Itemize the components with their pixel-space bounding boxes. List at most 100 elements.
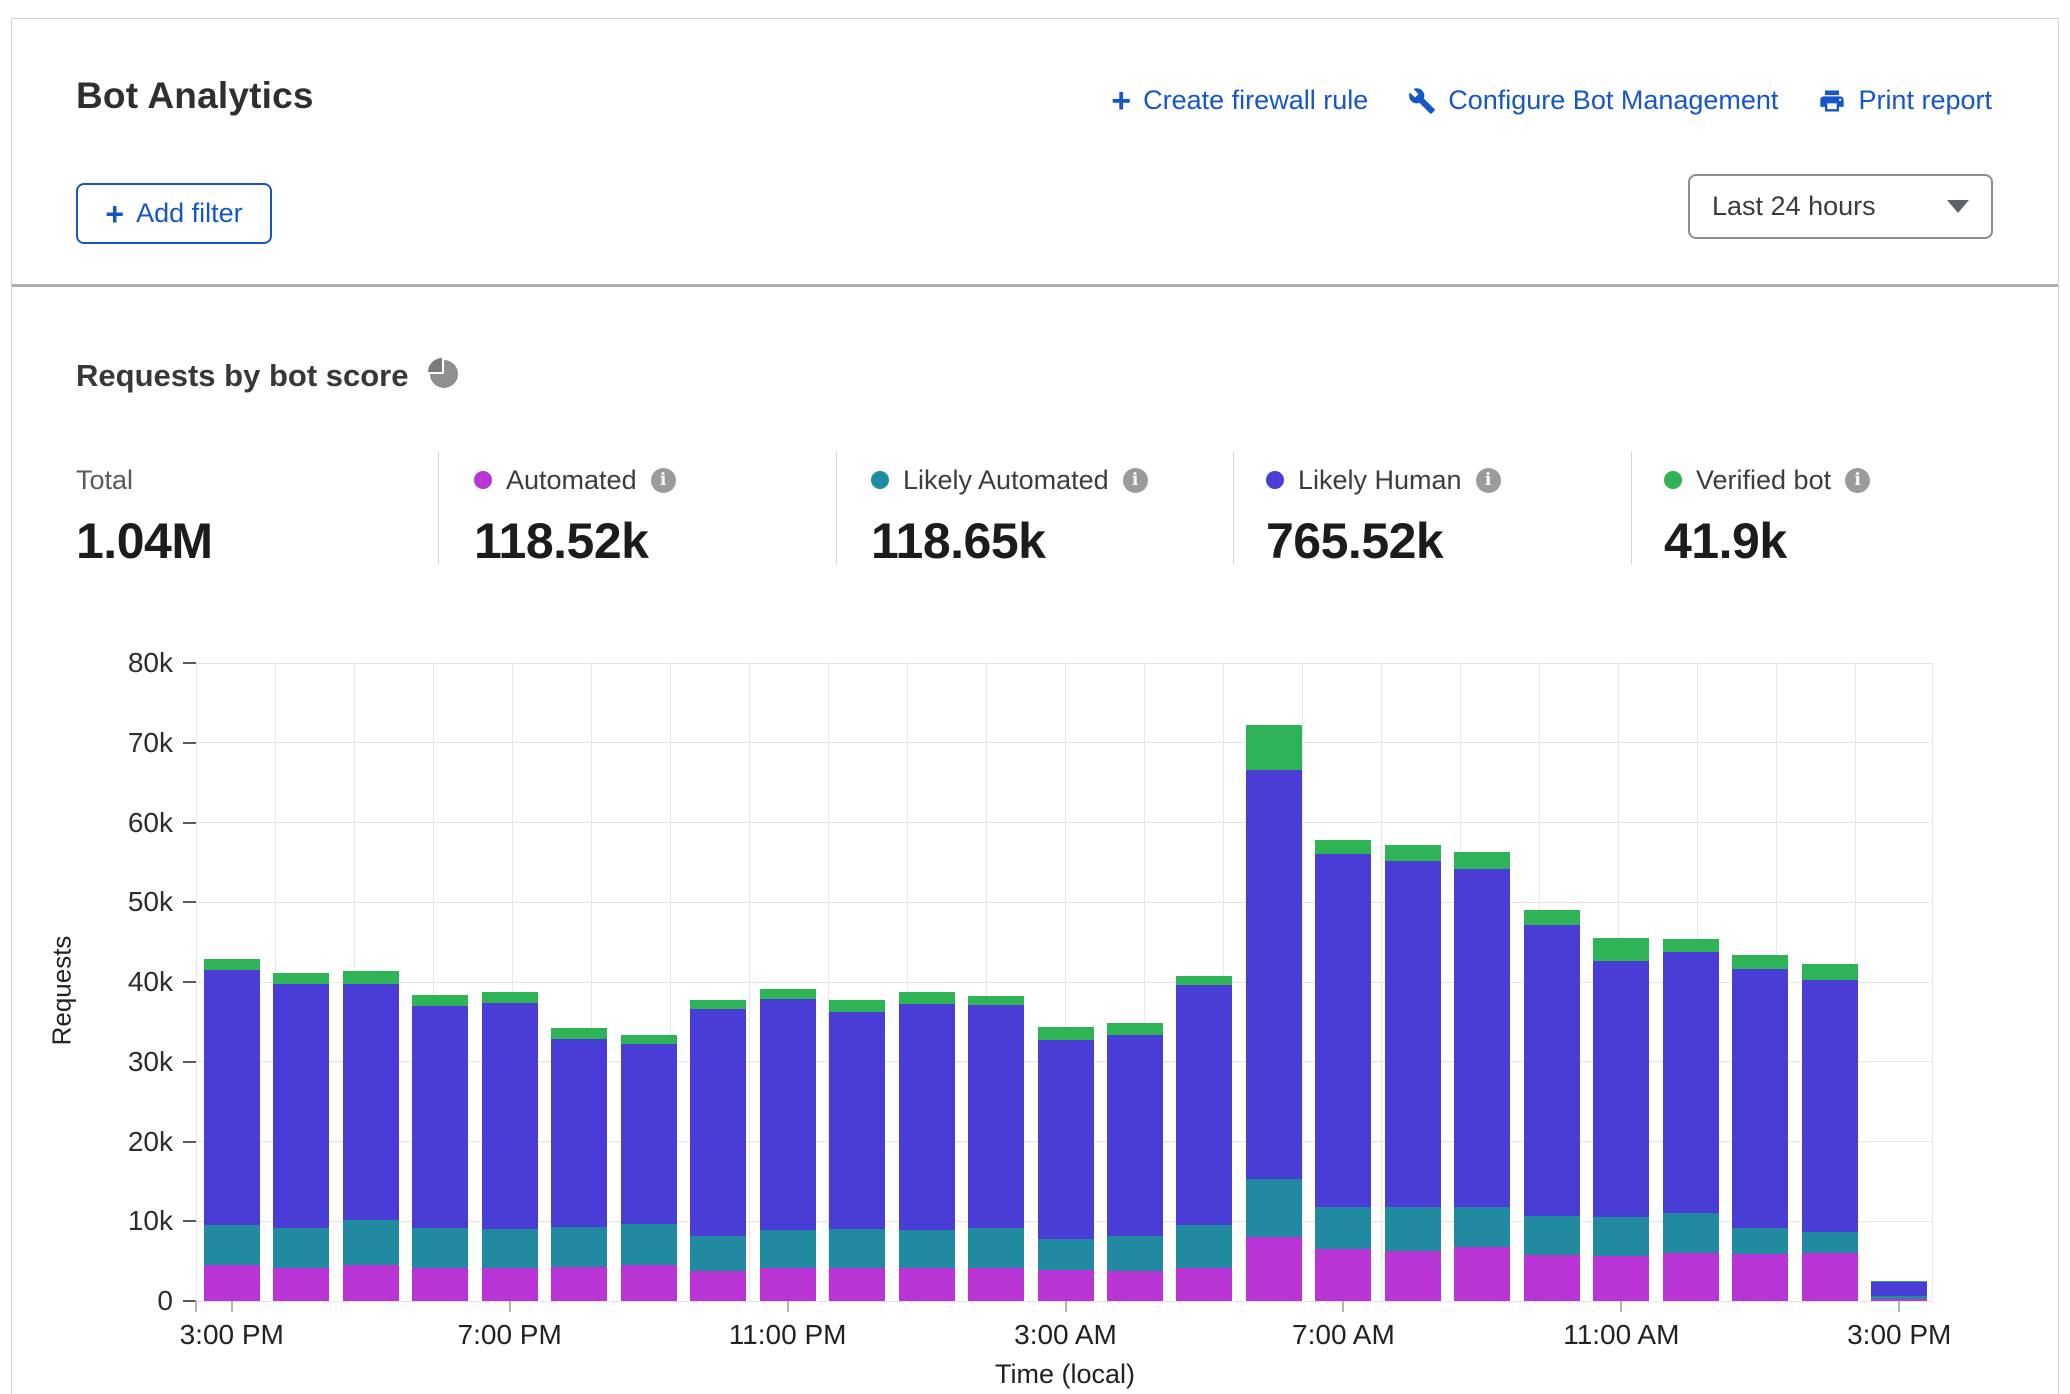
bar-3-00-pm[interactable] — [1871, 1281, 1927, 1301]
segment-verified-bot — [1038, 1027, 1094, 1041]
segment-likely-automated — [1454, 1207, 1510, 1247]
gridline — [196, 663, 197, 1301]
segment-likely-human — [1732, 969, 1788, 1228]
segment-verified-bot — [343, 971, 399, 984]
bar-4-00-pm[interactable] — [273, 973, 329, 1301]
segment-automated — [1732, 1254, 1788, 1301]
bar-8-00-am[interactable] — [1385, 845, 1441, 1301]
segment-verified-bot — [1454, 852, 1510, 869]
x-tick-label: 3:00 AM — [1014, 1319, 1117, 1351]
bar-5-00-pm[interactable] — [343, 971, 399, 1301]
bar-9-00-am[interactable] — [1454, 852, 1510, 1301]
gridline — [749, 663, 750, 1301]
y-tick-label: 40k — [63, 966, 173, 998]
segment-likely-automated — [829, 1229, 885, 1268]
bar-2-00-am[interactable] — [968, 996, 1024, 1301]
x-tick-mark — [1620, 1301, 1622, 1312]
segment-likely-automated — [1246, 1179, 1302, 1237]
y-tick-label: 80k — [63, 647, 173, 679]
y-tick-mark — [183, 662, 196, 664]
segment-likely-automated — [968, 1228, 1024, 1268]
bar-3-00-pm[interactable] — [204, 959, 260, 1301]
segment-automated — [412, 1268, 468, 1301]
y-tick-label: 70k — [63, 727, 173, 759]
wrench-icon — [1408, 87, 1436, 115]
segment-likely-automated — [899, 1230, 955, 1268]
plus-icon: + — [1111, 88, 1131, 114]
bar-10-00-am[interactable] — [1524, 910, 1580, 1301]
stat-divider — [1631, 451, 1632, 565]
segment-likely-human — [1315, 854, 1371, 1206]
gridline — [1381, 663, 1382, 1301]
bar-3-00-am[interactable] — [1038, 1027, 1094, 1301]
stat-likely-human[interactable]: Likely Human i 765.52k — [1266, 466, 1501, 494]
chevron-down-icon — [1947, 200, 1969, 213]
bar-5-00-am[interactable] — [1176, 976, 1232, 1301]
y-tick-mark — [183, 901, 196, 903]
x-tick-mark — [1898, 1301, 1900, 1312]
time-range-dropdown[interactable]: Last 24 hours — [1688, 174, 1993, 239]
segment-likely-human — [1246, 770, 1302, 1179]
segment-likely-human — [343, 984, 399, 1220]
automated-legend-dot — [474, 471, 492, 489]
print-report-link[interactable]: Print report — [1818, 85, 1992, 116]
segment-likely-automated — [343, 1220, 399, 1265]
x-axis-title: Time (local) — [995, 1359, 1135, 1390]
y-tick-label: 0 — [63, 1285, 173, 1317]
bar-7-00-pm[interactable] — [482, 992, 538, 1301]
bar-12-00-pm[interactable] — [1663, 939, 1719, 1301]
stat-verified-bot[interactable]: Verified bot i 41.9k — [1664, 466, 1870, 494]
segment-verified-bot — [1593, 938, 1649, 961]
stat-automated[interactable]: Automated i 118.52k — [474, 466, 676, 494]
bar-11-00-pm[interactable] — [760, 989, 816, 1301]
bar-1-00-pm[interactable] — [1732, 955, 1788, 1301]
bar-11-00-am[interactable] — [1593, 938, 1649, 1301]
x-tick-mark — [787, 1301, 789, 1312]
stat-total-label: Total — [76, 465, 133, 496]
segment-likely-human — [204, 970, 260, 1225]
info-icon[interactable]: i — [1476, 468, 1501, 493]
segment-automated — [273, 1268, 329, 1301]
segment-automated — [204, 1265, 260, 1301]
segment-automated — [482, 1268, 538, 1301]
segment-likely-automated — [482, 1229, 538, 1268]
bar-1-00-am[interactable] — [899, 992, 955, 1301]
segment-verified-bot — [1107, 1023, 1163, 1035]
bar-4-00-am[interactable] — [1107, 1023, 1163, 1301]
segment-likely-automated — [273, 1228, 329, 1268]
stat-likely-automated[interactable]: Likely Automated i 118.65k — [871, 466, 1148, 494]
info-icon[interactable]: i — [1845, 468, 1870, 493]
y-tick-mark — [183, 742, 196, 744]
likely-automated-legend-dot — [871, 471, 889, 489]
info-icon[interactable]: i — [651, 468, 676, 493]
stat-total: Total 1.04M — [76, 466, 133, 494]
x-tick-label: 11:00 PM — [729, 1319, 847, 1351]
add-filter-button[interactable]: + Add filter — [76, 183, 272, 244]
bar-7-00-am[interactable] — [1315, 840, 1371, 1301]
create-firewall-rule-link[interactable]: + Create firewall rule — [1111, 85, 1368, 116]
segment-automated — [968, 1268, 1024, 1301]
bar-6-00-am[interactable] — [1246, 725, 1302, 1301]
segment-likely-human — [482, 1003, 538, 1229]
bar-2-00-pm[interactable] — [1802, 964, 1858, 1301]
segment-automated — [343, 1265, 399, 1301]
segment-automated — [1385, 1251, 1441, 1301]
configure-bot-management-link[interactable]: Configure Bot Management — [1408, 85, 1778, 116]
segment-likely-human — [760, 999, 816, 1230]
info-icon[interactable]: i — [1123, 468, 1148, 493]
print-report-label: Print report — [1858, 85, 1992, 116]
bar-6-00-pm[interactable] — [412, 995, 468, 1301]
segment-likely-human — [829, 1012, 885, 1230]
bar-8-00-pm[interactable] — [551, 1028, 607, 1301]
segment-verified-bot — [1802, 964, 1858, 979]
x-tick-mark — [195, 1301, 197, 1312]
y-tick-mark — [183, 1220, 196, 1222]
stat-automated-value: 118.52k — [474, 512, 648, 570]
segment-automated — [760, 1268, 816, 1301]
bar-12-00-am[interactable] — [829, 1000, 885, 1301]
bar-10-00-pm[interactable] — [690, 1000, 746, 1301]
bar-9-00-pm[interactable] — [621, 1035, 677, 1301]
header-divider — [12, 284, 2058, 287]
segment-verified-bot — [1315, 840, 1371, 854]
stat-verified-bot-label: Verified bot — [1696, 465, 1831, 496]
